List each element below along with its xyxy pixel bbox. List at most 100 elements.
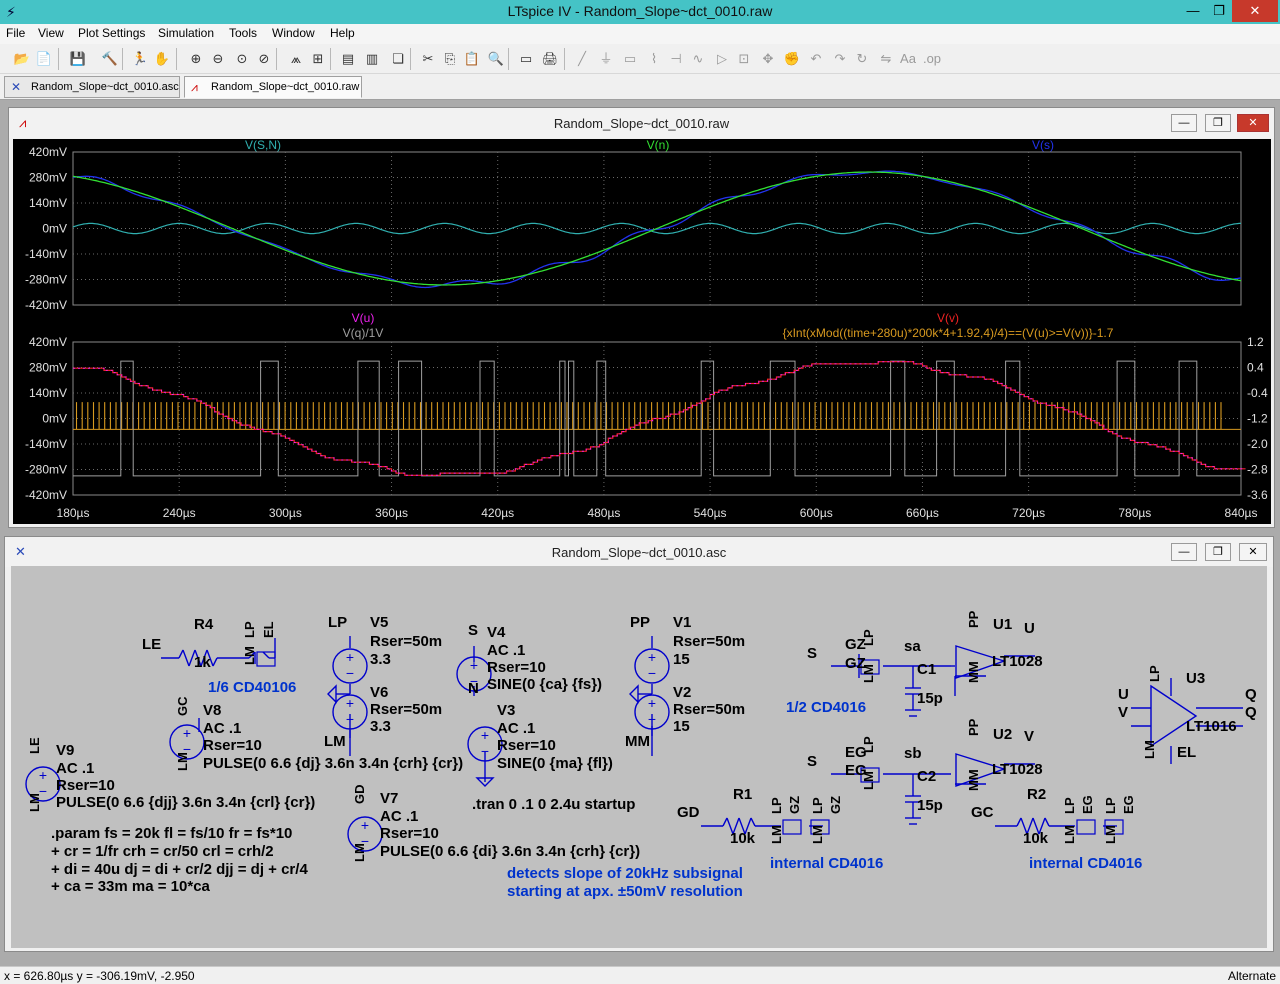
schematic-label[interactable]: EL bbox=[1177, 744, 1196, 761]
schematic-label[interactable]: LP bbox=[328, 614, 347, 631]
schematic-label[interactable]: 15p bbox=[917, 797, 943, 814]
schematic-label[interactable]: 3.3 bbox=[370, 651, 391, 668]
schematic-label[interactable]: Rser=10 bbox=[56, 777, 115, 794]
schematic-label[interactable]: PP bbox=[630, 614, 650, 631]
find-icon[interactable]: 🔍 bbox=[486, 49, 506, 69]
schematic-label[interactable]: S bbox=[807, 753, 817, 770]
diode-icon[interactable]: ▷ bbox=[712, 49, 732, 69]
spice-directive-icon[interactable]: .op bbox=[922, 49, 942, 69]
schematic-label[interactable]: S bbox=[468, 622, 478, 639]
schematic-label[interactable]: + ca = 33m ma = 10*ca bbox=[51, 878, 210, 895]
schematic-label[interactable]: V4 bbox=[487, 624, 505, 641]
schematic-label[interactable]: SINE(0 {ca} {fs}) bbox=[487, 676, 602, 693]
cut-icon[interactable]: ✂ bbox=[418, 49, 438, 69]
schematic-label[interactable]: R4 bbox=[194, 616, 213, 633]
schematic-label[interactable]: AC .1 bbox=[497, 720, 535, 737]
schematic-label[interactable]: 3.3 bbox=[370, 718, 391, 735]
waveform-plot[interactable]: 420mV 280mV 140mV 0mV -140mV -280mV -420mV 420m… bbox=[13, 139, 1271, 524]
schematic-label[interactable]: 15 bbox=[673, 718, 690, 735]
schematic-label[interactable]: 10k bbox=[730, 830, 755, 847]
child-minimize-button[interactable]: — bbox=[1171, 543, 1197, 561]
mirror-icon[interactable]: ⇋ bbox=[876, 49, 896, 69]
menu-window[interactable]: Window bbox=[272, 26, 315, 40]
menu-view[interactable]: View bbox=[38, 26, 64, 40]
schematic-label[interactable]: V bbox=[1118, 704, 1128, 721]
drag-icon[interactable]: ✊ bbox=[782, 49, 802, 69]
schematic-label[interactable]: V7 bbox=[380, 790, 398, 807]
schematic-label[interactable]: V8 bbox=[203, 702, 221, 719]
schematic-label[interactable]: AC .1 bbox=[56, 760, 94, 777]
paste-icon[interactable]: 📋 bbox=[462, 49, 482, 69]
schematic-label[interactable]: EG bbox=[845, 762, 867, 779]
autorange-icon[interactable]: ⩕ bbox=[286, 49, 306, 69]
schematic-label[interactable]: Q bbox=[1245, 704, 1257, 721]
halt-icon[interactable]: ✋ bbox=[152, 49, 172, 69]
schematic-label[interactable]: AC .1 bbox=[487, 642, 525, 659]
open-icon[interactable]: 📂 bbox=[12, 49, 32, 69]
menu-help[interactable]: Help bbox=[330, 26, 355, 40]
schematic-label[interactable]: internal CD4016 bbox=[1029, 855, 1142, 872]
schematic-label[interactable]: detects slope of 20kHz subsignal bbox=[507, 865, 743, 882]
schematic-label[interactable]: Q bbox=[1245, 686, 1257, 703]
schematic-label[interactable]: .tran 0 .1 0 2.4u startup bbox=[472, 796, 635, 813]
schematic-label[interactable]: 10k bbox=[1023, 830, 1048, 847]
schematic-label[interactable]: V5 bbox=[370, 614, 388, 631]
zoom-in-icon[interactable]: ⊕ bbox=[186, 49, 206, 69]
zoom-fit-icon[interactable]: ⊙ bbox=[232, 49, 252, 69]
child-close-button[interactable]: ✕ bbox=[1239, 543, 1267, 561]
schematic-label[interactable]: U1 bbox=[993, 616, 1012, 633]
hammer-icon[interactable]: 🔨 bbox=[100, 49, 120, 69]
text-icon[interactable]: Aa bbox=[898, 49, 918, 69]
schematic-label[interactable]: GZ bbox=[845, 636, 866, 653]
schematic-label[interactable]: Rser=50m bbox=[673, 633, 745, 650]
cancel-zoom-icon[interactable]: ⊘ bbox=[254, 49, 274, 69]
menu-file[interactable]: File bbox=[6, 26, 25, 40]
cascade-icon[interactable]: ❏ bbox=[388, 49, 408, 69]
child-restore-button[interactable]: ❐ bbox=[1205, 543, 1231, 561]
capacitor-icon[interactable]: ⊣ bbox=[666, 49, 686, 69]
move-icon[interactable]: ✥ bbox=[758, 49, 778, 69]
schematic-label[interactable]: SINE(0 {ma} {fl}) bbox=[497, 755, 613, 772]
print-icon[interactable]: 🖨 bbox=[540, 49, 560, 69]
schematic-label[interactable]: 15p bbox=[917, 690, 943, 707]
schematic-label[interactable]: LT1028 bbox=[992, 653, 1043, 670]
schematic-label[interactable]: Rser=10 bbox=[497, 737, 556, 754]
schematic-label[interactable]: MM bbox=[625, 733, 650, 750]
schematic-label[interactable]: Rser=10 bbox=[203, 737, 262, 754]
schematic-label[interactable]: AC .1 bbox=[203, 720, 241, 737]
schematic-label[interactable]: .param fs = 20k fl = fs/10 fr = fs*10 bbox=[51, 825, 292, 842]
inductor-icon[interactable]: ∿ bbox=[688, 49, 708, 69]
schematic-label[interactable]: U bbox=[1024, 620, 1035, 637]
schematic-label[interactable]: LM bbox=[324, 733, 346, 750]
schematic-label[interactable]: AC .1 bbox=[380, 808, 418, 825]
schematic-label[interactable]: 1k bbox=[194, 654, 211, 671]
child-minimize-button[interactable]: — bbox=[1171, 114, 1197, 132]
tile-horiz-icon[interactable]: ▤ bbox=[338, 49, 358, 69]
schematic-label[interactable]: LT1016 bbox=[1186, 718, 1237, 735]
schematic-label[interactable]: sa bbox=[904, 638, 921, 655]
schematic-label[interactable]: U2 bbox=[993, 726, 1012, 743]
rotate-icon[interactable]: ↻ bbox=[852, 49, 872, 69]
schematic-label[interactable]: GZ bbox=[845, 655, 866, 672]
schematic-label[interactable]: U3 bbox=[1186, 670, 1205, 687]
redo-icon[interactable]: ↷ bbox=[830, 49, 850, 69]
schematic-label[interactable]: R1 bbox=[733, 786, 752, 803]
schematic-label[interactable]: Rser=50m bbox=[673, 701, 745, 718]
schematic-label[interactable]: 1/6 CD40106 bbox=[208, 679, 296, 696]
menu-simulation[interactable]: Simulation bbox=[158, 26, 214, 40]
schematic-label[interactable]: V1 bbox=[673, 614, 691, 631]
minimize-button[interactable]: — bbox=[1180, 0, 1206, 22]
schematic-label[interactable]: sb bbox=[904, 745, 922, 762]
schematic-label[interactable]: V2 bbox=[673, 684, 691, 701]
schematic-label[interactable]: 15 bbox=[673, 651, 690, 668]
schematic-label[interactable]: EG bbox=[845, 744, 867, 761]
schematic-label[interactable]: S bbox=[807, 645, 817, 662]
print-preview-icon[interactable]: ▭ bbox=[516, 49, 536, 69]
tab-waveform[interactable]: ⩘ Random_Slope~dct_0010.raw bbox=[184, 76, 362, 98]
zoom-out-icon[interactable]: ⊖ bbox=[208, 49, 228, 69]
schematic-label[interactable]: GC bbox=[971, 804, 994, 821]
schematic-label[interactable]: PULSE(0 6.6 {dj} 3.6n 3.4n {crh} {cr}) bbox=[203, 755, 463, 772]
copy-icon[interactable]: ⎘ bbox=[440, 49, 460, 69]
schematic-label[interactable]: V9 bbox=[56, 742, 74, 759]
schematic-label[interactable]: N bbox=[468, 680, 479, 697]
